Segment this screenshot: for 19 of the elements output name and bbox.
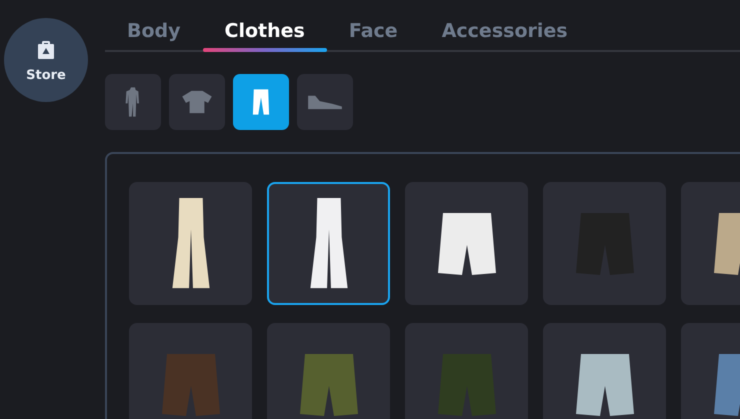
item-tile[interactable] [543,323,666,419]
item-tile[interactable] [129,323,252,419]
store-button[interactable]: Store [4,18,88,102]
item-tile[interactable] [267,323,390,419]
t-shirt-icon [181,90,213,114]
tab[interactable]: Face [326,16,420,52]
pants-icon [252,88,270,116]
shirt-category-button[interactable] [169,74,225,130]
item-tile[interactable] [267,182,390,305]
tab[interactable]: Accessories [420,16,590,52]
tab[interactable]: Clothes [202,16,327,52]
shoes-category-button[interactable] [297,74,353,130]
item-tile[interactable] [405,182,528,305]
item-tile[interactable] [405,323,528,419]
pants-category-button[interactable] [233,74,289,130]
item-tile[interactable] [129,182,252,305]
tab[interactable]: Body [105,16,203,52]
outfit-category-button[interactable] [105,74,161,130]
shoe-icon [306,94,344,110]
